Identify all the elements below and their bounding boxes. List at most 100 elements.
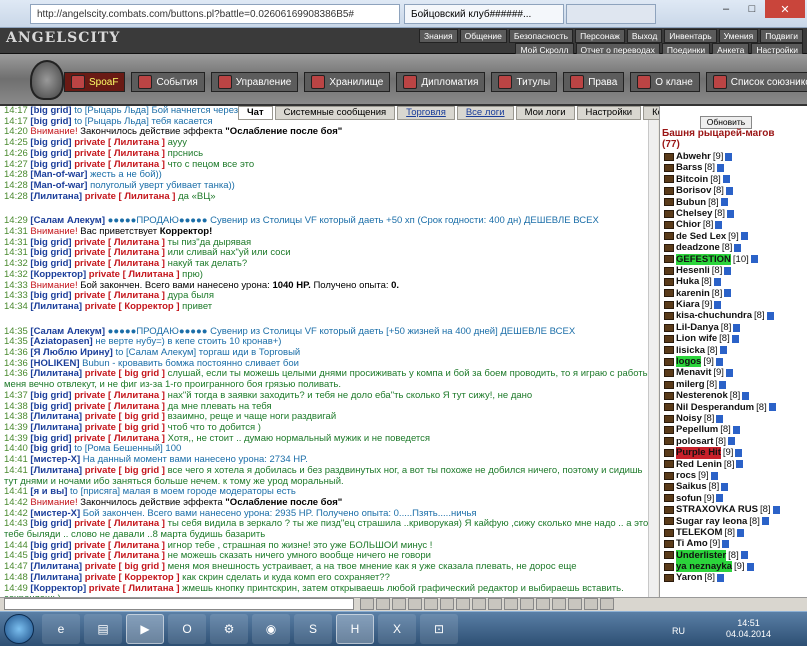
nav-button[interactable]: Список союзников — [705, 72, 807, 92]
language-indicator[interactable]: RU — [672, 626, 685, 636]
member-name[interactable]: kisa-chuchundra — [676, 310, 752, 321]
info-icon[interactable] — [734, 243, 742, 252]
chat-author[interactable]: [Aziatopasen] — [30, 337, 92, 347]
info-icon[interactable] — [727, 209, 734, 218]
chat-tool-icon[interactable] — [472, 598, 486, 610]
chat-private[interactable]: private [ Лилитана ] — [74, 291, 165, 301]
chat-private[interactable]: private [ big grid ] — [85, 466, 165, 476]
chat-tab[interactable]: Мои логи — [515, 106, 575, 120]
chat-tab[interactable]: Чат — [238, 106, 273, 120]
browser-tab-new[interactable] — [566, 4, 656, 24]
member-row[interactable]: de Sed Lex [9] — [664, 231, 806, 242]
chat-time[interactable]: 14:29 — [4, 216, 28, 226]
chat-time[interactable]: 14:39 — [4, 423, 28, 433]
clock[interactable]: 14:51 04.04.2014 — [726, 618, 771, 640]
member-row[interactable]: Huka [8] — [664, 276, 806, 287]
chat-private[interactable]: private [ Лилитана ] — [85, 192, 176, 202]
minimize-icon[interactable]: – — [713, 0, 739, 18]
top-link[interactable]: Безопасность — [508, 29, 574, 43]
chat-author[interactable]: [Лилитана] — [30, 369, 82, 379]
member-name[interactable]: Kiara — [676, 299, 700, 310]
chat-tab[interactable]: Все логи — [456, 106, 514, 120]
chat-author[interactable]: [Лилитана] — [30, 573, 82, 583]
chat-private[interactable]: private [ big grid ] — [85, 423, 165, 433]
member-row[interactable]: logos [9] — [664, 356, 806, 368]
member-name[interactable]: Nil Desperandum — [676, 402, 754, 413]
member-row[interactable]: Abwehr [9] — [664, 151, 806, 162]
chat-time[interactable]: 14:41 — [4, 466, 28, 476]
chat-time[interactable]: 14:49 — [4, 584, 28, 594]
member-name[interactable]: karenin — [676, 288, 710, 299]
top-link[interactable]: Умения — [718, 29, 759, 43]
chat-private[interactable]: private [ Корректор ] — [85, 573, 180, 583]
member-name[interactable]: Menavit — [676, 367, 711, 378]
member-name[interactable]: ya neznayka — [676, 561, 732, 573]
chat-author[interactable]: [Корректор] — [30, 584, 86, 594]
chat-time[interactable]: 14:43 — [4, 519, 28, 529]
member-name[interactable]: polosart — [676, 436, 713, 447]
chat-private[interactable]: private [ big grid ] — [85, 562, 165, 572]
member-name[interactable]: deadzone — [676, 242, 720, 253]
chat-tool-icon[interactable] — [504, 598, 518, 610]
chat-time[interactable]: 14:37 — [4, 391, 28, 401]
nav-button[interactable]: SpoaF — [64, 72, 126, 92]
info-icon[interactable] — [750, 255, 758, 264]
member-row[interactable]: Hesenli [8] — [664, 265, 806, 276]
chat-scrollbar[interactable] — [648, 120, 658, 597]
chat-private[interactable]: private [ big grid ] — [85, 369, 165, 379]
info-icon[interactable] — [740, 232, 748, 241]
member-row[interactable]: Chior [8] — [664, 219, 806, 230]
member-name[interactable]: Yaron — [676, 572, 702, 583]
chat-tool-icon[interactable] — [552, 598, 566, 610]
member-name[interactable]: TELEKOM — [676, 527, 722, 538]
member-row[interactable]: Pepellum [8] — [664, 424, 806, 435]
info-icon[interactable] — [719, 346, 727, 355]
chat-author[interactable]: [Лилитана] — [30, 192, 82, 202]
chat-author[interactable]: [Лилитана] — [30, 562, 82, 572]
member-row[interactable]: karenin [8] — [664, 288, 806, 299]
member-row[interactable]: Kiara [9] — [664, 299, 806, 310]
nav-button[interactable]: Хранилище — [304, 72, 391, 92]
member-name[interactable]: Pepellum — [676, 424, 718, 435]
taskbar-app-icon[interactable]: H — [336, 614, 374, 644]
browser-tab-active[interactable]: Бойцовский клуб######... — [404, 4, 564, 24]
chat-author[interactable]: [big grid] — [30, 391, 71, 401]
info-icon[interactable] — [715, 221, 723, 230]
chat-tool-icon[interactable] — [424, 598, 438, 610]
info-icon[interactable] — [724, 266, 732, 275]
member-name[interactable]: Lion wife — [676, 333, 717, 344]
chat-author[interactable]: [big grid] — [30, 138, 71, 148]
start-button[interactable] — [4, 614, 34, 644]
member-row[interactable]: Bubun [8] — [664, 197, 806, 208]
member-row[interactable]: TELEKOM [8] — [664, 527, 806, 538]
chat-author[interactable]: [Лилитана] — [30, 423, 82, 433]
chat-tool-icon[interactable] — [568, 598, 582, 610]
info-icon[interactable] — [715, 357, 723, 366]
info-icon[interactable] — [716, 494, 724, 503]
info-icon[interactable] — [772, 505, 780, 514]
info-icon[interactable] — [737, 528, 745, 537]
chat-time[interactable]: 14:42 — [4, 509, 28, 519]
chat-time[interactable]: 14:44 — [4, 541, 28, 551]
taskbar-app-icon[interactable]: S — [294, 614, 332, 644]
chat-private[interactable]: private [ Лилитана ] — [74, 551, 165, 561]
info-icon[interactable] — [746, 562, 754, 571]
top-link[interactable]: Выход — [626, 29, 663, 43]
info-icon[interactable] — [722, 539, 730, 548]
taskbar-app-icon[interactable]: ◉ — [252, 614, 290, 644]
info-icon[interactable] — [736, 460, 744, 469]
chat-tool-icon[interactable] — [584, 598, 598, 610]
close-icon[interactable]: ✕ — [765, 0, 805, 18]
chat-private[interactable]: private [ Корректор ] — [85, 302, 180, 312]
chat-private[interactable]: private [ Лилитана ] — [89, 270, 180, 280]
chat-author[interactable]: [big grid] — [30, 519, 71, 529]
info-icon[interactable] — [716, 414, 724, 423]
chat-private[interactable]: private [ Лилитана ] — [74, 391, 165, 401]
chat-time[interactable]: 14:36 — [4, 369, 28, 379]
nav-button[interactable]: События — [131, 72, 205, 92]
info-icon[interactable] — [719, 380, 727, 389]
chat-author[interactable]: [big grid] — [30, 434, 71, 444]
info-icon[interactable] — [732, 426, 740, 435]
member-row[interactable]: kisa-chuchundra [8] — [664, 310, 806, 321]
chat-private[interactable]: private [ Лилитана ] — [74, 402, 165, 412]
